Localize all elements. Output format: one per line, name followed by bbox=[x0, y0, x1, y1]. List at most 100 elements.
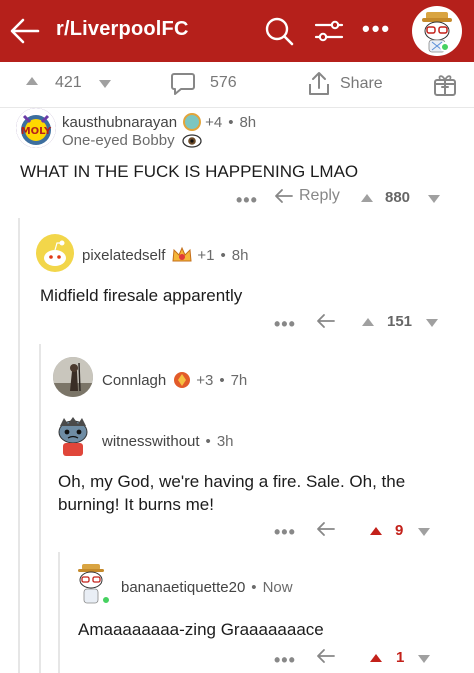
comment-meta: kausthubnarayan +4 • 8h bbox=[62, 113, 256, 131]
subreddit-title[interactable]: r/LiverpoolFC bbox=[56, 18, 189, 41]
reply-arrow-icon bbox=[317, 649, 335, 663]
reply-button[interactable]: Reply bbox=[274, 187, 340, 205]
timestamp: Now bbox=[262, 579, 293, 596]
upvote-button[interactable] bbox=[362, 318, 374, 326]
username[interactable]: kausthubnarayan bbox=[62, 114, 177, 131]
thread-line bbox=[39, 344, 41, 673]
thread-line bbox=[58, 552, 60, 673]
vote-count: 1 bbox=[396, 649, 405, 666]
comment-meta: Connlagh +3 • 7h bbox=[102, 370, 247, 390]
username[interactable]: bananaetiquette20 bbox=[121, 579, 245, 596]
flair-text: One-eyed Bobby bbox=[62, 132, 175, 149]
community-badge-icon: MOLY bbox=[16, 108, 56, 148]
award-button[interactable] bbox=[432, 71, 458, 97]
award-count: +4 bbox=[205, 113, 223, 131]
username[interactable]: Connlagh bbox=[102, 372, 166, 389]
comment-bubble-icon bbox=[171, 73, 195, 95]
downvote-arrow-icon bbox=[418, 655, 430, 663]
award-icon bbox=[174, 372, 191, 388]
comment-meta: bananaetiquette20 • Now bbox=[121, 579, 293, 596]
search-icon bbox=[265, 17, 294, 46]
top-app-bar: r/LiverpoolFC ••• bbox=[0, 0, 474, 62]
more-options-button[interactable]: ••• bbox=[362, 18, 391, 40]
separator-dot: • bbox=[219, 371, 225, 389]
downvote-button[interactable] bbox=[418, 655, 430, 663]
upvote-arrow-icon bbox=[26, 77, 38, 85]
avatar[interactable] bbox=[52, 414, 94, 458]
upvote-button[interactable] bbox=[370, 527, 382, 535]
comment-more-button[interactable]: ••• bbox=[274, 315, 296, 333]
award-count: +3 bbox=[196, 371, 214, 389]
upvote-arrow-icon bbox=[362, 318, 374, 326]
share-button[interactable]: Share bbox=[306, 70, 383, 98]
downvote-arrow-icon bbox=[428, 195, 440, 203]
post-vote-count: 421 bbox=[55, 74, 82, 91]
comment-more-button[interactable]: ••• bbox=[274, 651, 296, 669]
reply-button[interactable] bbox=[316, 520, 336, 538]
comment-meta: pixelatedself +1 • 8h bbox=[82, 245, 248, 265]
vote-count: 151 bbox=[387, 313, 413, 330]
vote-count: 880 bbox=[385, 189, 411, 206]
downvote-arrow-icon bbox=[426, 319, 438, 327]
comment-body: Amaaaaaaaa-zing Graaaaaaace bbox=[78, 620, 324, 639]
downvote-button[interactable] bbox=[426, 319, 438, 327]
sort-filter-button[interactable] bbox=[312, 14, 346, 48]
share-icon bbox=[309, 72, 329, 95]
upvote-arrow-icon bbox=[370, 527, 382, 535]
online-status-dot bbox=[440, 42, 450, 52]
thread-line bbox=[18, 218, 20, 673]
post-actions-bar: 421 576 Share bbox=[0, 62, 474, 108]
comment-body: WHAT IN THE FUCK IS HAPPENING LMAO bbox=[20, 162, 359, 181]
upvote-arrow-icon bbox=[361, 194, 373, 202]
comment-body: Oh, my God, we're having a fire. Sale. O… bbox=[58, 472, 406, 514]
username[interactable]: pixelatedself bbox=[82, 247, 165, 264]
separator-dot: • bbox=[228, 113, 234, 131]
award-icon bbox=[183, 113, 202, 131]
separator-dot: • bbox=[220, 246, 226, 264]
downvote-button[interactable] bbox=[428, 195, 440, 203]
separator-dot: • bbox=[205, 433, 211, 450]
post-upvote-button[interactable] bbox=[26, 77, 38, 85]
comment-body: Midfield firesale apparently bbox=[40, 286, 243, 305]
timestamp: 8h bbox=[231, 246, 249, 264]
downvote-arrow-icon bbox=[99, 80, 111, 88]
comment-meta: witnesswithout • 3h bbox=[102, 433, 234, 450]
reply-arrow-icon bbox=[317, 522, 335, 536]
reply-button[interactable] bbox=[316, 647, 336, 665]
reply-button[interactable] bbox=[316, 312, 336, 330]
search-button[interactable] bbox=[262, 14, 296, 48]
separator-dot: • bbox=[251, 579, 257, 596]
back-button[interactable] bbox=[10, 14, 40, 48]
timestamp: 8h bbox=[239, 113, 257, 131]
svg-text:MOLY: MOLY bbox=[21, 126, 52, 137]
comment-more-button[interactable]: ••• bbox=[236, 191, 258, 209]
post-comment-count: 576 bbox=[210, 74, 237, 91]
avatar[interactable] bbox=[53, 357, 93, 397]
downvote-arrow-icon bbox=[418, 528, 430, 536]
snoo-avatar-icon bbox=[58, 417, 88, 456]
avatar[interactable]: MOLY bbox=[16, 108, 56, 148]
award-count: +1 bbox=[197, 246, 215, 264]
share-label: Share bbox=[340, 75, 383, 92]
reply-arrow-icon bbox=[275, 189, 293, 203]
user-avatar[interactable] bbox=[412, 6, 462, 56]
upvote-button[interactable] bbox=[370, 654, 382, 662]
back-arrow-icon bbox=[10, 18, 40, 44]
upvote-button[interactable] bbox=[361, 194, 373, 202]
comment-more-button[interactable]: ••• bbox=[274, 523, 296, 541]
eye-icon bbox=[181, 133, 202, 148]
post-downvote-button[interactable] bbox=[99, 80, 111, 88]
user-flair: One-eyed Bobby bbox=[62, 132, 203, 149]
post-comments-button[interactable] bbox=[170, 71, 196, 97]
downvote-button[interactable] bbox=[418, 528, 430, 536]
timestamp: 7h bbox=[230, 371, 248, 389]
gift-icon bbox=[434, 75, 456, 96]
reply-label: Reply bbox=[299, 187, 340, 204]
photo-avatar-icon bbox=[53, 357, 93, 397]
vote-count: 9 bbox=[395, 522, 404, 539]
snoo-icon bbox=[44, 240, 66, 266]
username[interactable]: witnesswithout bbox=[102, 433, 200, 450]
upvote-arrow-icon bbox=[370, 654, 382, 662]
avatar[interactable] bbox=[36, 234, 74, 272]
online-status-dot bbox=[101, 595, 111, 605]
